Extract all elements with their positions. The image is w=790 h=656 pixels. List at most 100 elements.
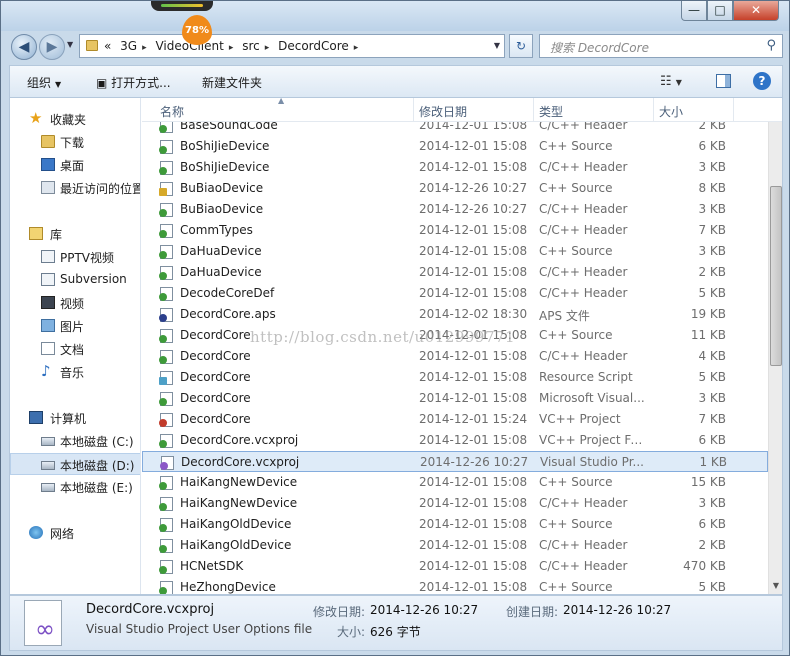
file-name: DecordCore.aps bbox=[180, 307, 276, 321]
column-divider[interactable] bbox=[533, 98, 534, 122]
file-row[interactable]: DecordCore 2014-12-01 15:08 C/C++ Header 4 … bbox=[142, 346, 768, 367]
open-with-button[interactable]: ▣ 打开方式... bbox=[96, 74, 171, 91]
breadcrumb-item-src[interactable]: src bbox=[242, 39, 260, 53]
details-pane: DecordCore.vcxproj Visual Studio Project… bbox=[9, 595, 783, 651]
file-type: C/C++ Header bbox=[539, 559, 628, 573]
file-row[interactable]: DecordCore.vcxproj 2014-12-01 15:08 VC++ P… bbox=[142, 430, 768, 451]
column-divider[interactable] bbox=[413, 98, 414, 122]
sidebar-item-favorites[interactable]: ★ 收藏夹 bbox=[10, 108, 140, 130]
file-row[interactable]: BoShiJieDevice 2014-12-01 15:08 C/C++ Head… bbox=[142, 157, 768, 178]
column-divider[interactable] bbox=[733, 98, 734, 122]
sidebar-item-network[interactable]: 网络 bbox=[10, 522, 140, 544]
search-icon[interactable]: ⚲ bbox=[766, 38, 776, 53]
breadcrumb-separator[interactable]: ▸ bbox=[354, 43, 359, 53]
file-row[interactable]: HaiKangNewDevice 2014-12-01 15:08 C++ Sour… bbox=[142, 472, 768, 493]
breadcrumb-separator[interactable]: ▸ bbox=[142, 43, 147, 53]
preview-pane-icon[interactable] bbox=[716, 74, 731, 88]
minimize-button[interactable]: — bbox=[681, 1, 707, 21]
file-size: 470 KB bbox=[683, 559, 726, 573]
organize-button[interactable]: 组织 ▼ bbox=[27, 74, 61, 91]
refresh-button[interactable]: ↻ bbox=[509, 34, 533, 58]
sidebar-item-pptv-video[interactable]: PPTV视频 bbox=[10, 246, 140, 268]
video-library-icon bbox=[41, 250, 55, 263]
header-file-icon bbox=[159, 434, 173, 448]
sidebar-item-videos[interactable]: 视频 bbox=[10, 292, 140, 314]
file-row[interactable]: BuBiaoDevice 2014-12-26 10:27 C/C++ Header… bbox=[142, 199, 768, 220]
file-row[interactable]: DaHuaDevice 2014-12-01 15:08 C++ Source 3 K… bbox=[142, 241, 768, 262]
recent-pages-dropdown[interactable]: ▼ bbox=[67, 40, 73, 49]
file-row[interactable]: DecordCore 2014-12-01 15:08 Microsoft Visu… bbox=[142, 388, 768, 409]
file-row[interactable]: DecordCore 2014-12-01 15:08 Resource Scrip… bbox=[142, 367, 768, 388]
breadcrumb-item-3g[interactable]: 3G bbox=[120, 39, 137, 53]
sidebar-item-music[interactable]: ♪ 音乐 bbox=[10, 361, 140, 383]
column-header-size[interactable]: 大小 bbox=[659, 103, 683, 120]
help-icon[interactable]: ? bbox=[753, 72, 771, 90]
explorer-window: — □ ✕ 78% ◀ ▶ ▼ « 3G ▸ VideoClient ▸ src ▸ … bbox=[0, 0, 790, 656]
navigation-pane[interactable]: ★ 收藏夹 下载 桌面 最近访问的位置 库 PPTV视频 Subversion … bbox=[10, 98, 141, 594]
file-row[interactable]: BoShiJieDevice 2014-12-01 15:08 C++ Source… bbox=[142, 136, 768, 157]
sidebar-item-computer[interactable]: 计算机 bbox=[10, 407, 140, 429]
column-header-type[interactable]: 类型 bbox=[539, 103, 563, 120]
file-row[interactable]: DaHuaDevice 2014-12-01 15:08 C/C++ Header 2… bbox=[142, 262, 768, 283]
close-button[interactable]: ✕ bbox=[733, 1, 779, 21]
file-modified-date: 2014-12-01 15:08 bbox=[419, 517, 528, 531]
file-type: C++ Source bbox=[539, 139, 613, 153]
breadcrumb-overflow[interactable]: « bbox=[104, 39, 111, 53]
sidebar-item-documents[interactable]: 文档 bbox=[10, 338, 140, 360]
file-size: 3 KB bbox=[698, 244, 726, 258]
file-row[interactable]: HaiKangOldDevice 2014-12-01 15:08 C++ Sour… bbox=[142, 514, 768, 535]
file-row[interactable]: HCNetSDK 2014-12-01 15:08 C/C++ Header 470 … bbox=[142, 556, 768, 577]
sidebar-item-drive-d[interactable]: 本地磁盘 (D:) bbox=[10, 453, 140, 475]
file-type: C/C++ Header bbox=[539, 265, 628, 279]
file-row[interactable]: HaiKangNewDevice 2014-12-01 15:08 C/C++ He… bbox=[142, 493, 768, 514]
column-header-name[interactable]: 名称 bbox=[160, 103, 184, 120]
sidebar-item-downloads[interactable]: 下载 bbox=[10, 131, 140, 153]
file-type: Resource Script bbox=[539, 370, 633, 384]
sidebar-item-recent-places[interactable]: 最近访问的位置 bbox=[10, 177, 140, 199]
file-type: VC++ Project Fil... bbox=[539, 433, 645, 447]
sidebar-item-drive-c[interactable]: 本地磁盘 (C:) bbox=[10, 430, 140, 452]
file-modified-date: 2014-12-01 15:08 bbox=[419, 433, 528, 447]
file-row[interactable]: BuBiaoDevice 2014-12-26 10:27 C++ Source 8 … bbox=[142, 178, 768, 199]
view-options-button[interactable]: ☷ ▼ bbox=[660, 74, 682, 89]
file-row[interactable]: DecordCore.aps 2014-12-02 18:30 APS 文件 19 K… bbox=[142, 304, 768, 325]
sidebar-item-pictures[interactable]: 图片 bbox=[10, 315, 140, 337]
header-file-icon bbox=[159, 287, 173, 301]
file-row[interactable]: HaiKangOldDevice 2014-12-01 15:08 C/C++ He… bbox=[142, 535, 768, 556]
scrollbar-thumb[interactable] bbox=[770, 186, 782, 366]
details-size-label: 大小: bbox=[337, 625, 366, 639]
breadcrumb-item-decordcore[interactable]: DecordCore bbox=[278, 39, 349, 53]
sidebar-item-desktop[interactable]: 桌面 bbox=[10, 154, 140, 176]
sidebar-item-label: 文档 bbox=[60, 343, 85, 357]
maximize-button[interactable]: □ bbox=[707, 1, 733, 21]
file-type: Microsoft Visual... bbox=[539, 391, 645, 405]
file-row[interactable]: DecordCore 2014-12-01 15:08 C++ Source 11 K… bbox=[142, 325, 768, 346]
vertical-scrollbar[interactable]: ▲ ▼ bbox=[768, 98, 782, 594]
scroll-down-arrow-icon[interactable]: ▼ bbox=[769, 578, 782, 594]
file-list[interactable]: BaseSoundCode 2014-12-01 15:08 C/C++ Heade… bbox=[142, 98, 782, 594]
file-row[interactable]: DecordCore 2014-12-01 15:24 VC++ Project 7 … bbox=[142, 409, 768, 430]
address-history-dropdown[interactable]: ▼ bbox=[494, 41, 500, 50]
forward-button[interactable]: ▶ bbox=[39, 34, 65, 60]
sidebar-item-subversion[interactable]: Subversion bbox=[10, 269, 140, 291]
file-row[interactable]: DecordCore.vcxproj 2014-12-26 10:27 Visual… bbox=[142, 451, 768, 472]
search-input[interactable]: 搜索 DecordCore ⚲ bbox=[539, 34, 783, 58]
file-row[interactable]: HeZhongDevice 2014-12-01 15:08 C++ Source 5… bbox=[142, 577, 768, 594]
column-divider[interactable] bbox=[653, 98, 654, 122]
sidebar-item-label: 本地磁盘 (E:) bbox=[60, 481, 133, 495]
title-bar[interactable]: — □ ✕ bbox=[1, 1, 789, 31]
chevron-down-icon: ▼ bbox=[55, 80, 62, 89]
sidebar-item-libraries[interactable]: 库 bbox=[10, 223, 140, 245]
file-row[interactable]: CommTypes 2014-12-01 15:08 C/C++ Header 7 K… bbox=[142, 220, 768, 241]
address-bar[interactable]: « 3G ▸ VideoClient ▸ src ▸ DecordCore ▸ ▼ bbox=[79, 34, 505, 58]
breadcrumb-separator[interactable]: ▸ bbox=[229, 43, 234, 53]
back-button[interactable]: ◀ bbox=[11, 34, 37, 60]
file-row[interactable]: DecodeCoreDef 2014-12-01 15:08 C/C++ Heade… bbox=[142, 283, 768, 304]
new-folder-button[interactable]: 新建文件夹 bbox=[202, 74, 262, 91]
command-bar: 组织 ▼ ▣ 打开方式... 新建文件夹 ☷ ▼ ? bbox=[9, 65, 783, 97]
breadcrumb-separator[interactable]: ▸ bbox=[265, 43, 270, 53]
column-header-date[interactable]: 修改日期 bbox=[419, 103, 467, 120]
drive-icon bbox=[41, 483, 55, 492]
sidebar-item-drive-e[interactable]: 本地磁盘 (E:) bbox=[10, 476, 140, 498]
music-note-icon: ♪ bbox=[41, 362, 51, 380]
